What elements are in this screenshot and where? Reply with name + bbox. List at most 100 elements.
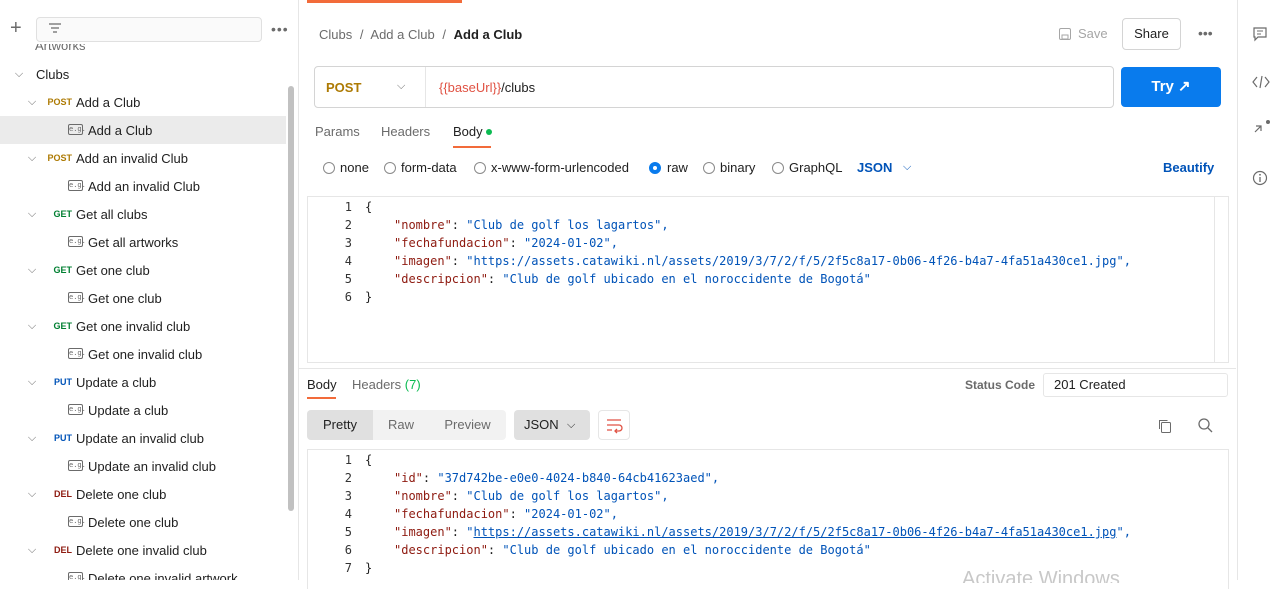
line-number: 5 [344, 272, 352, 286]
share-button[interactable]: Share [1122, 18, 1181, 50]
json-value: "Club de golf los lagartos", [466, 489, 669, 503]
filter-input[interactable] [36, 17, 262, 42]
chevron-down-icon[interactable]: ⌵ [26, 264, 38, 276]
example-item[interactable]: e.g. Delete one invalid artwork [0, 564, 286, 580]
radio-form-data[interactable] [384, 162, 396, 174]
tab-underline [307, 397, 336, 399]
example-item[interactable]: e.g. Get all artworks [0, 228, 286, 256]
request-item[interactable]: ⌵ PUT Update a club [0, 368, 286, 396]
chevron-down-icon[interactable]: ⌵ [26, 488, 38, 500]
comments-icon[interactable] [1252, 26, 1268, 42]
url-path: /clubs [501, 80, 536, 95]
chevron-down-icon[interactable]: ⌵ [26, 96, 38, 108]
json-link[interactable]: https://assets.catawiki.nl/assets/2019/3… [473, 525, 1116, 539]
folder-item[interactable]: ⌵ Clubs [0, 60, 286, 88]
radio-binary[interactable] [703, 162, 715, 174]
beautify-button[interactable]: Beautify [1163, 160, 1214, 175]
radio-urlencoded[interactable] [474, 162, 486, 174]
radio-none[interactable] [323, 162, 335, 174]
request-item[interactable]: ⌵ POST Add an invalid Club [0, 144, 286, 172]
code-line: "fechafundacion": "2024-01-02", [394, 507, 618, 521]
code-line: "id": "37d742be-e0e0-4024-b840-64cb41623… [394, 471, 720, 485]
line-number: 1 [344, 453, 352, 467]
line-number: 4 [344, 507, 352, 521]
request-body-editor[interactable]: 1 {2 "nombre": "Club de golf los lagartos"… [307, 196, 1229, 363]
sidebar-scrollbar[interactable] [288, 86, 294, 511]
radio-raw[interactable] [649, 162, 661, 174]
tree-item-label: Get all artworks [88, 234, 179, 250]
json-key: "fechafundacion" [394, 236, 510, 250]
example-item[interactable]: e.g. Update a club [0, 396, 286, 424]
url-input[interactable]: {{baseUrl}}/clubs [439, 80, 535, 95]
tab-headers[interactable]: Headers [381, 124, 430, 139]
chevron-down-icon[interactable]: ⌵ [26, 544, 38, 556]
radio-none-label: none [340, 160, 369, 175]
tab-params[interactable]: Params [315, 124, 360, 139]
example-item[interactable]: e.g. Add an invalid Club [0, 172, 286, 200]
chevron-down-icon[interactable]: ⌵ [397, 80, 405, 93]
example-item[interactable]: e.g. Add a Club [0, 116, 286, 144]
chevron-down-icon[interactable]: ⌵ [26, 208, 38, 220]
status-code-label: Status Code [965, 378, 1036, 392]
chevron-down-icon[interactable]: ⌵ [26, 152, 38, 164]
request-item[interactable]: ⌵ GET Get all clubs [0, 200, 286, 228]
response-tab-body[interactable]: Body [307, 377, 337, 392]
response-tab-headers[interactable]: Headers (7) [352, 377, 421, 392]
save-button[interactable]: Save [1058, 26, 1108, 41]
body-format-select[interactable]: JSON [857, 160, 892, 175]
json-key: "descripcion" [394, 543, 488, 557]
request-item[interactable]: ⌵ POST Add a Club [0, 88, 286, 116]
example-icon: e.g. [68, 572, 86, 580]
search-icon[interactable] [1197, 417, 1213, 433]
method-select[interactable]: POST [326, 80, 361, 95]
chevron-down-icon[interactable]: ⌵ [903, 161, 911, 174]
example-icon: e.g. [68, 292, 86, 303]
sidebar: + ••• Artworks ⌵ Clubs ⌵ POST Add a Club e.g.… [0, 0, 299, 580]
active-tab-indicator [307, 0, 462, 3]
headers-count: (7) [404, 377, 421, 392]
line-number: 7 [344, 561, 352, 575]
new-item-plus-icon[interactable]: + [10, 18, 22, 38]
code-line: } [365, 290, 373, 304]
view-raw-button[interactable]: Raw [373, 410, 429, 440]
chevron-down-icon[interactable]: ⌵ [26, 432, 38, 444]
wrap-lines-button[interactable] [598, 410, 630, 440]
example-item[interactable]: e.g. Update an invalid club [0, 452, 286, 480]
chevron-down-icon[interactable]: ⌵ [26, 376, 38, 388]
example-item[interactable]: e.g. Delete one club [0, 508, 286, 536]
sidebar-more-icon[interactable]: ••• [271, 21, 289, 37]
example-icon: e.g. [68, 180, 86, 191]
request-item[interactable]: ⌵ DEL Delete one invalid club [0, 536, 286, 564]
method-badge: POST [47, 97, 72, 107]
method-badge: DEL [54, 545, 72, 555]
try-button[interactable]: Try ↗ [1121, 67, 1221, 107]
request-item[interactable]: ⌵ DEL Delete one club [0, 480, 286, 508]
response-format-select[interactable]: JSON ⌵ [514, 410, 590, 440]
radio-graphql[interactable] [772, 162, 784, 174]
breadcrumb-add-club[interactable]: Add a Club [370, 27, 434, 42]
copy-icon[interactable] [1157, 418, 1173, 434]
more-options-icon[interactable]: ••• [1198, 25, 1213, 41]
json-value: "2024-01-02", [524, 236, 618, 250]
status-code-value: 201 Created [1043, 373, 1228, 397]
json-quote: ", [1116, 525, 1131, 539]
request-item[interactable]: ⌵ GET Get one invalid club [0, 312, 286, 340]
example-icon: e.g. [68, 404, 86, 415]
view-pretty-button[interactable]: Pretty [307, 410, 373, 440]
related-changes-icon[interactable] [1252, 118, 1272, 138]
chevron-down-icon[interactable]: ⌵ [26, 320, 38, 332]
tree-item-label: Add an invalid Club [76, 150, 189, 166]
line-number: 2 [344, 471, 352, 485]
body-modified-dot [486, 129, 492, 135]
request-item[interactable]: ⌵ PUT Update an invalid club [0, 424, 286, 452]
code-icon[interactable] [1252, 74, 1270, 90]
example-item[interactable]: e.g. Get one invalid club [0, 340, 286, 368]
chevron-down-icon[interactable]: ⌵ [13, 68, 25, 80]
tree-item-label: Get one club [88, 290, 162, 306]
request-item[interactable]: ⌵ GET Get one club [0, 256, 286, 284]
info-icon[interactable] [1252, 170, 1268, 186]
tab-body[interactable]: Body [453, 124, 483, 139]
example-item[interactable]: e.g. Get one club [0, 284, 286, 312]
breadcrumb-clubs[interactable]: Clubs [319, 27, 352, 42]
view-preview-button[interactable]: Preview [429, 410, 506, 440]
